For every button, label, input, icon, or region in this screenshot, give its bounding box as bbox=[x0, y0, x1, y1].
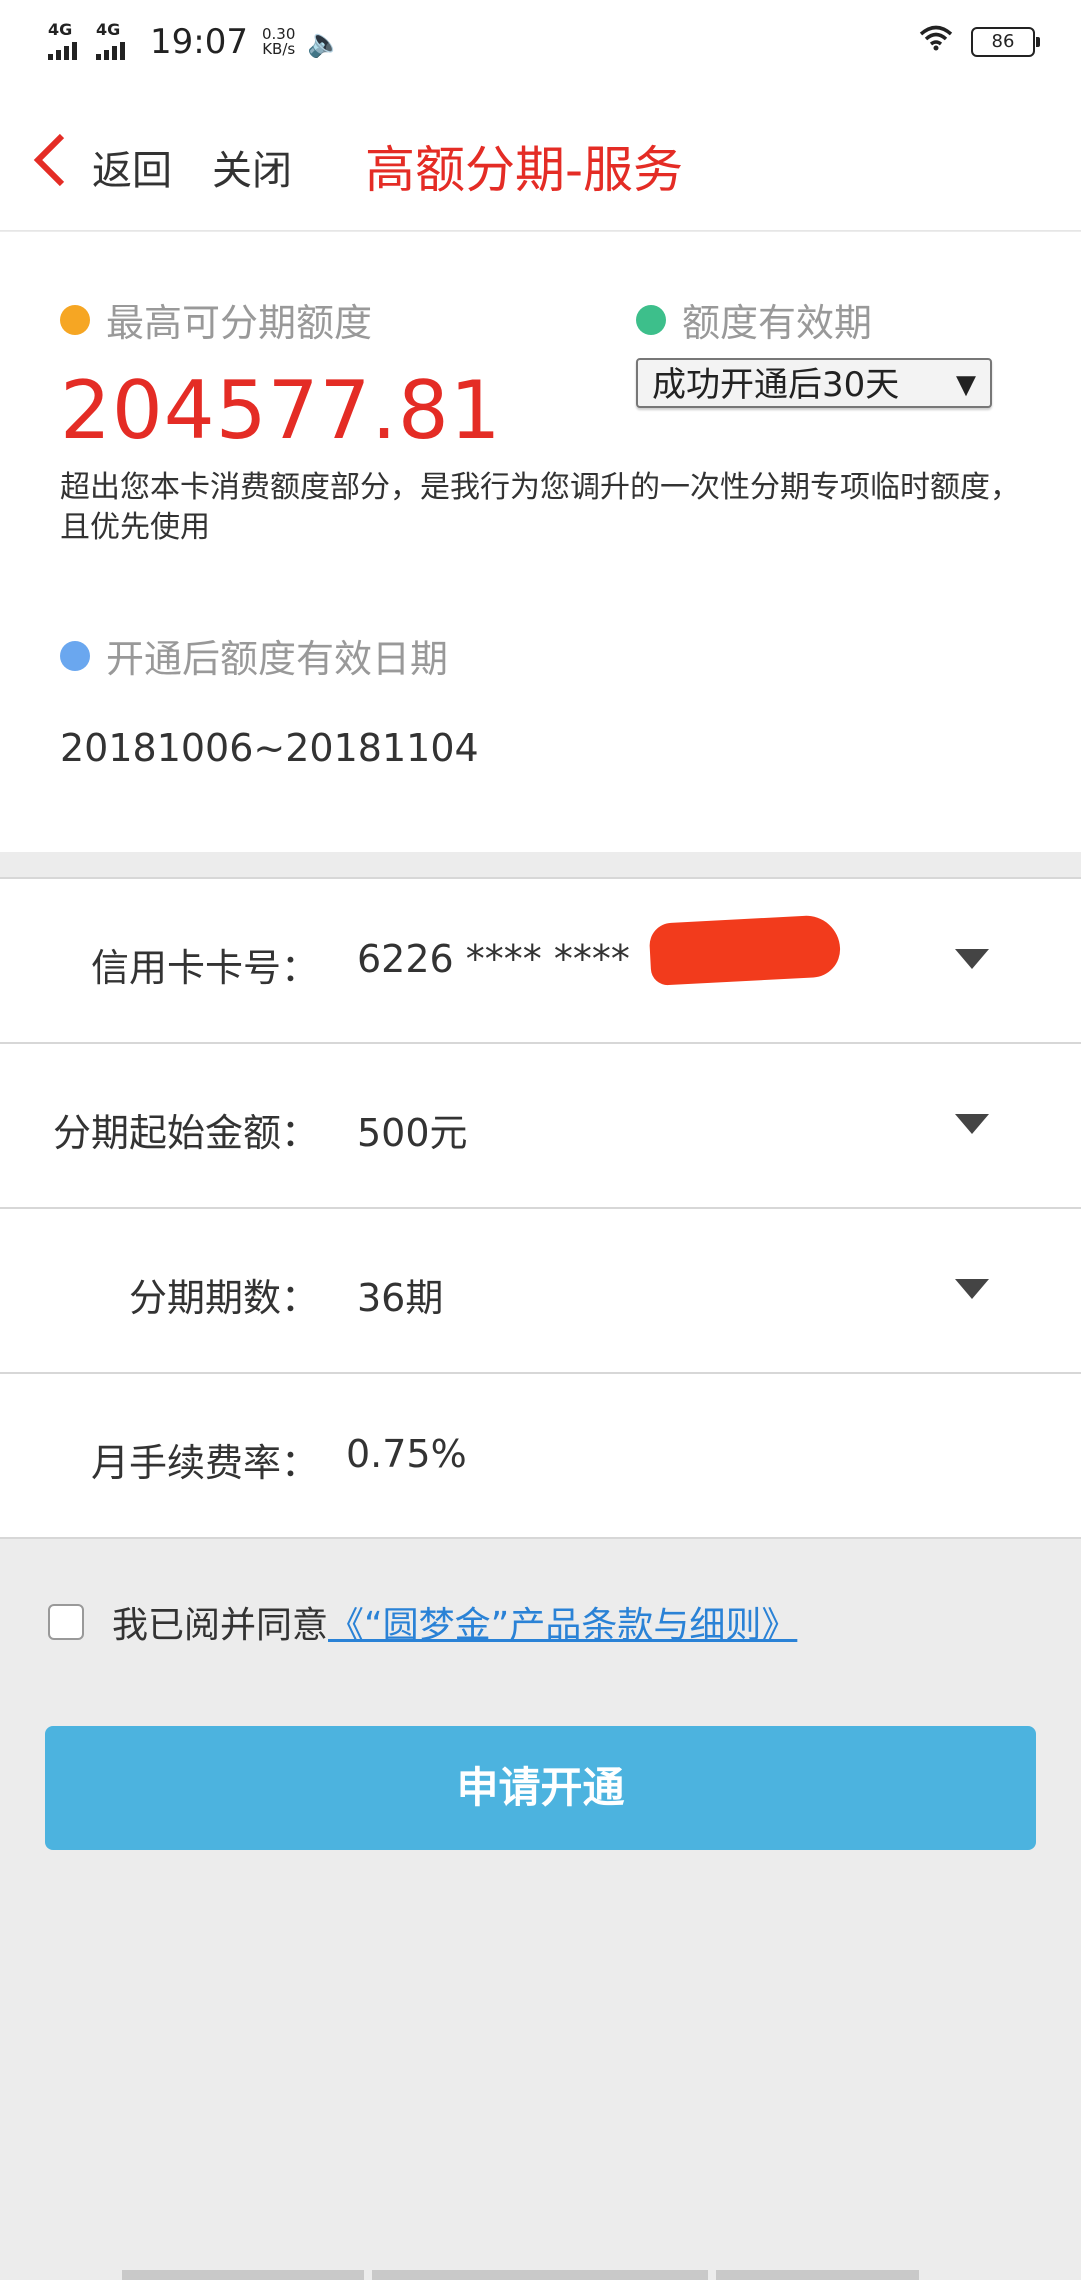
mute-icon: 🔈 bbox=[307, 25, 343, 59]
network-type-2: 4G bbox=[96, 20, 121, 39]
validity-label: 额度有效期 bbox=[682, 301, 873, 345]
periods-value: 36期 bbox=[357, 1276, 444, 1320]
card-number-label: 信用卡卡号： bbox=[90, 946, 319, 990]
bottom-bar-segment bbox=[372, 2270, 708, 2280]
date-range: 20181006~20181104 bbox=[60, 726, 479, 770]
validity-selected-value: 成功开通后30天 bbox=[652, 365, 900, 405]
periods-row[interactable]: 分期期数： 36期 bbox=[0, 1209, 1081, 1374]
quota-card: 最高可分期额度 204577.81 额度有效期 成功开通后30天 ▼ 超出您本卡… bbox=[0, 232, 1081, 852]
start-amount-row[interactable]: 分期起始金额： 500元 bbox=[0, 1044, 1081, 1209]
wifi-icon bbox=[919, 24, 953, 59]
fee-rate-label: 月手续费率： bbox=[90, 1441, 319, 1485]
redaction-mark bbox=[648, 914, 842, 986]
page-title: 高额分期-服务 bbox=[365, 141, 684, 199]
nav-bar: 返回 关闭 高额分期-服务 bbox=[0, 90, 1081, 231]
max-quota-label: 最高可分期额度 bbox=[106, 301, 373, 345]
agreement-text: 我已阅并同意 bbox=[112, 1605, 329, 1646]
installment-form: 信用卡卡号： 6226 **** **** 分期起始金额： 500元 分期期数：… bbox=[0, 877, 1081, 1539]
dropdown-caret-icon[interactable] bbox=[955, 1114, 989, 1134]
terms-link[interactable]: 《“圆梦金”产品条款与细则》 bbox=[328, 1596, 797, 1648]
fee-rate-value: 0.75% bbox=[346, 1432, 467, 1476]
back-chevron-icon[interactable] bbox=[26, 130, 86, 190]
dropdown-caret-icon[interactable] bbox=[955, 1279, 989, 1299]
status-right: 86 bbox=[919, 24, 1040, 59]
agreement-checkbox[interactable] bbox=[48, 1604, 84, 1640]
date-heading: 开通后额度有效日期 bbox=[60, 628, 448, 683]
dropdown-caret-icon[interactable] bbox=[955, 949, 989, 969]
start-amount-value: 500元 bbox=[357, 1111, 468, 1155]
network-speed: 0.30 KB/s bbox=[262, 27, 295, 57]
date-label: 开通后额度有效日期 bbox=[106, 637, 449, 681]
start-amount-label: 分期起始金额： bbox=[52, 1111, 319, 1155]
quota-description: 超出您本卡消费额度部分，是我行为您调升的一次性分期专项临时额度，且优先使用 bbox=[60, 470, 1020, 545]
status-left: 4G 4G 19:07 0.30 KB/s 🔈 bbox=[48, 22, 342, 62]
signal-icon: 4G bbox=[48, 22, 88, 62]
bottom-bar-segment bbox=[716, 2270, 919, 2280]
dropdown-arrow-icon: ▼ bbox=[956, 370, 976, 400]
periods-label: 分期期数： bbox=[128, 1276, 319, 1320]
network-type-1: 4G bbox=[48, 20, 73, 39]
validity-select[interactable]: 成功开通后30天 ▼ bbox=[636, 358, 992, 408]
card-number-row[interactable]: 信用卡卡号： 6226 **** **** bbox=[0, 879, 1081, 1044]
agreement-row: 我已阅并同意 《“圆梦金”产品条款与细则》 bbox=[48, 1596, 797, 1648]
validity-heading: 额度有效期 bbox=[636, 292, 872, 347]
max-quota-amount: 204577.81 bbox=[60, 364, 502, 457]
close-button[interactable]: 关闭 bbox=[212, 138, 292, 196]
battery-icon: 86 bbox=[971, 26, 1040, 57]
green-dot-icon bbox=[636, 304, 666, 335]
card-number-value: 6226 **** **** bbox=[357, 937, 630, 981]
max-quota-heading: 最高可分期额度 bbox=[60, 292, 372, 347]
blue-dot-icon bbox=[60, 640, 90, 671]
fee-rate-row: 月手续费率： 0.75% bbox=[0, 1374, 1081, 1539]
status-time: 19:07 bbox=[150, 22, 248, 62]
signal-icon: 4G bbox=[96, 22, 136, 62]
apply-button[interactable]: 申请开通 bbox=[45, 1726, 1036, 1850]
network-speed-unit: KB/s bbox=[262, 40, 296, 58]
back-button[interactable]: 返回 bbox=[92, 138, 172, 196]
orange-dot-icon bbox=[60, 304, 90, 335]
bottom-bar-segment bbox=[122, 2270, 364, 2280]
status-bar: 4G 4G 19:07 0.30 KB/s 🔈 86 bbox=[0, 0, 1081, 90]
